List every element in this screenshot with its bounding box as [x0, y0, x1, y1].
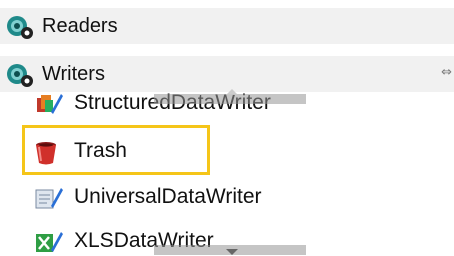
palette-item-universal-data-writer[interactable]: UniversalDataWriter	[0, 180, 300, 216]
palette-item-trash[interactable]: Trash	[0, 134, 300, 170]
trash-icon	[36, 142, 56, 165]
palette-item-structured-data-writer[interactable]: StructuredDataWriter	[0, 86, 300, 122]
readers-gear-icon	[7, 16, 33, 39]
scroll-down-arrow-icon[interactable]	[226, 249, 238, 255]
xls-writer-icon	[36, 232, 63, 252]
collapse-toggle-icon[interactable]: ⇔	[441, 65, 452, 80]
scroll-up-arrow-icon[interactable]	[226, 89, 238, 95]
universal-writer-icon	[35, 188, 63, 209]
palette-item-label: UniversalDataWriter	[74, 185, 262, 208]
scroll-up-handle[interactable]	[154, 94, 306, 104]
category-label: Readers	[42, 14, 118, 37]
palette-panel: Readers Writers ⇔ StructuredDataWriter	[0, 0, 454, 256]
category-label: Writers	[42, 62, 105, 85]
structured-writer-icon	[37, 94, 63, 114]
palette-item-label: Trash	[74, 139, 127, 162]
category-readers[interactable]: Readers	[0, 8, 454, 44]
writers-gear-icon	[7, 64, 33, 87]
